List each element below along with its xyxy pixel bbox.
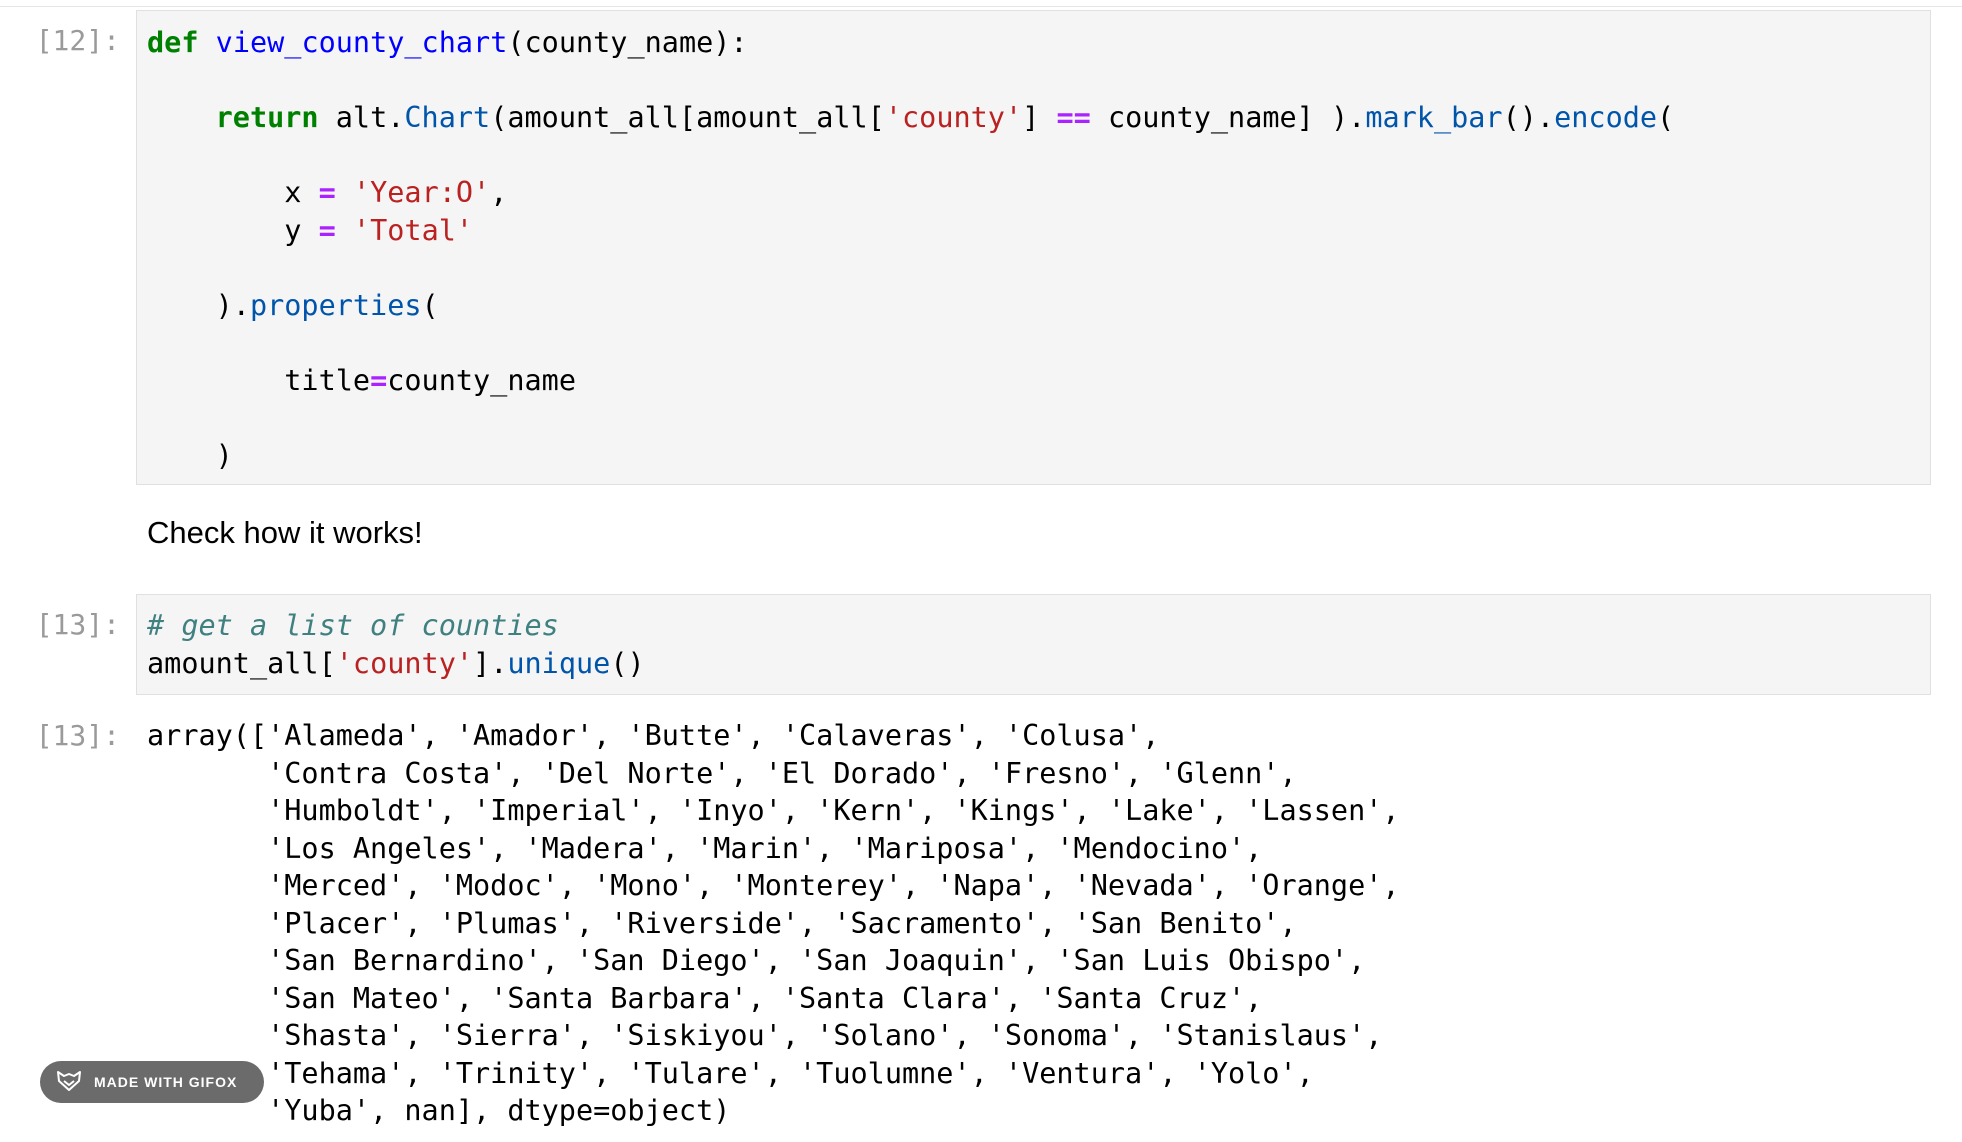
code-token: x <box>147 176 319 209</box>
code-token: title <box>147 363 371 397</box>
code-token: , <box>490 176 508 209</box>
code-line: ).properties( <box>147 289 439 322</box>
markdown-cell-text: Check how it works! <box>147 515 423 550</box>
code-token: = <box>318 213 336 247</box>
code-token: def <box>147 26 199 59</box>
badge-label: MADE WITH GIFOX <box>94 1074 238 1090</box>
output-line: 'San Bernardino', 'San Diego', 'San Joaq… <box>147 944 1366 977</box>
output-line: 'Tehama', 'Trinity', 'Tulare', 'Tuolumne… <box>147 1056 1314 1090</box>
code-token: ( <box>1657 101 1675 134</box>
code-token: 'county' <box>884 101 1023 134</box>
output-line: 'Shasta', 'Sierra', 'Siskiyou', 'Solano'… <box>147 1019 1383 1052</box>
output-text: array(['Alameda', 'Amador', 'Butte', 'Ca… <box>147 717 1400 1130</box>
code-line: return alt.Chart(amount_all[amount_all['… <box>147 101 1675 134</box>
code-token: view_county_chart <box>215 26 508 59</box>
code-token: ) <box>147 438 233 472</box>
code-line: ) <box>147 439 233 472</box>
output-line: array(['Alameda', 'Amador', 'Butte', 'Ca… <box>147 719 1160 752</box>
code-token: ] <box>1022 101 1057 134</box>
output-line: 'Humboldt', 'Imperial', 'Inyo', 'Kern', … <box>147 794 1400 827</box>
code-token: mark_bar <box>1365 101 1503 134</box>
code-token: amount_all[ <box>147 646 336 680</box>
code-token: ]. <box>473 646 508 680</box>
input-prompt: [13]: <box>35 608 120 641</box>
code-token: Chart <box>404 101 491 134</box>
top-divider <box>0 0 1962 7</box>
code-line: x = 'Year:O', <box>147 176 507 209</box>
code-token: encode <box>1554 101 1658 134</box>
output-line: 'Merced', 'Modoc', 'Mono', 'Monterey', '… <box>147 869 1400 902</box>
code-line: title=county_name <box>147 364 576 397</box>
gifox-badge: MADE WITH GIFOX <box>40 1061 264 1103</box>
input-prompt: [12]: <box>35 24 120 57</box>
output-line: 'Los Angeles', 'Madera', 'Marin', 'Marip… <box>147 831 1263 865</box>
code-token: = <box>370 363 388 397</box>
code-token: unique <box>507 646 611 680</box>
code-token: (county_name): <box>507 26 748 59</box>
output-line: 'San Mateo', 'Santa Barbara', 'Santa Cla… <box>147 981 1263 1015</box>
output-line: 'Contra Costa', 'Del Norte', 'El Dorado'… <box>147 756 1297 790</box>
code-token: ). <box>147 288 250 322</box>
code-token: alt. <box>318 101 405 134</box>
code-token: return <box>215 101 319 134</box>
output-prompt: [13]: <box>35 719 120 752</box>
code-input-area[interactable]: # get a list of counties amount_all['cou… <box>136 594 1931 695</box>
code-editor[interactable]: # get a list of counties amount_all['cou… <box>147 607 1930 682</box>
code-token: county_name <box>387 363 576 397</box>
code-input-area[interactable]: def view_county_chart(county_name): retu… <box>136 10 1931 485</box>
code-token: y <box>147 213 319 247</box>
code-token: ( <box>421 288 439 322</box>
code-token: () <box>610 646 645 680</box>
output-area: array(['Alameda', 'Amador', 'Butte', 'Ca… <box>147 717 1400 1130</box>
code-token: 'Total' <box>352 213 474 247</box>
code-token: == <box>1056 101 1091 134</box>
code-line: amount_all['county'].unique() <box>147 647 645 680</box>
code-line: # get a list of counties <box>147 609 559 642</box>
code-token: (amount_all[amount_all[ <box>490 101 885 134</box>
fox-icon <box>56 1070 94 1095</box>
code-token: 'Year:O' <box>352 176 491 209</box>
output-line: 'Placer', 'Plumas', 'Riverside', 'Sacram… <box>147 906 1297 940</box>
code-token: (). <box>1502 101 1555 134</box>
code-line: y = 'Total' <box>147 214 473 247</box>
code-line: def view_county_chart(county_name): <box>147 26 748 59</box>
code-token: = <box>318 176 336 209</box>
code-token: # get a list of counties <box>147 609 559 642</box>
code-token: county_name] ). <box>1090 101 1366 134</box>
code-token: properties <box>249 288 422 322</box>
code-token: 'county' <box>335 646 474 680</box>
code-editor[interactable]: def view_county_chart(county_name): retu… <box>147 24 1930 474</box>
